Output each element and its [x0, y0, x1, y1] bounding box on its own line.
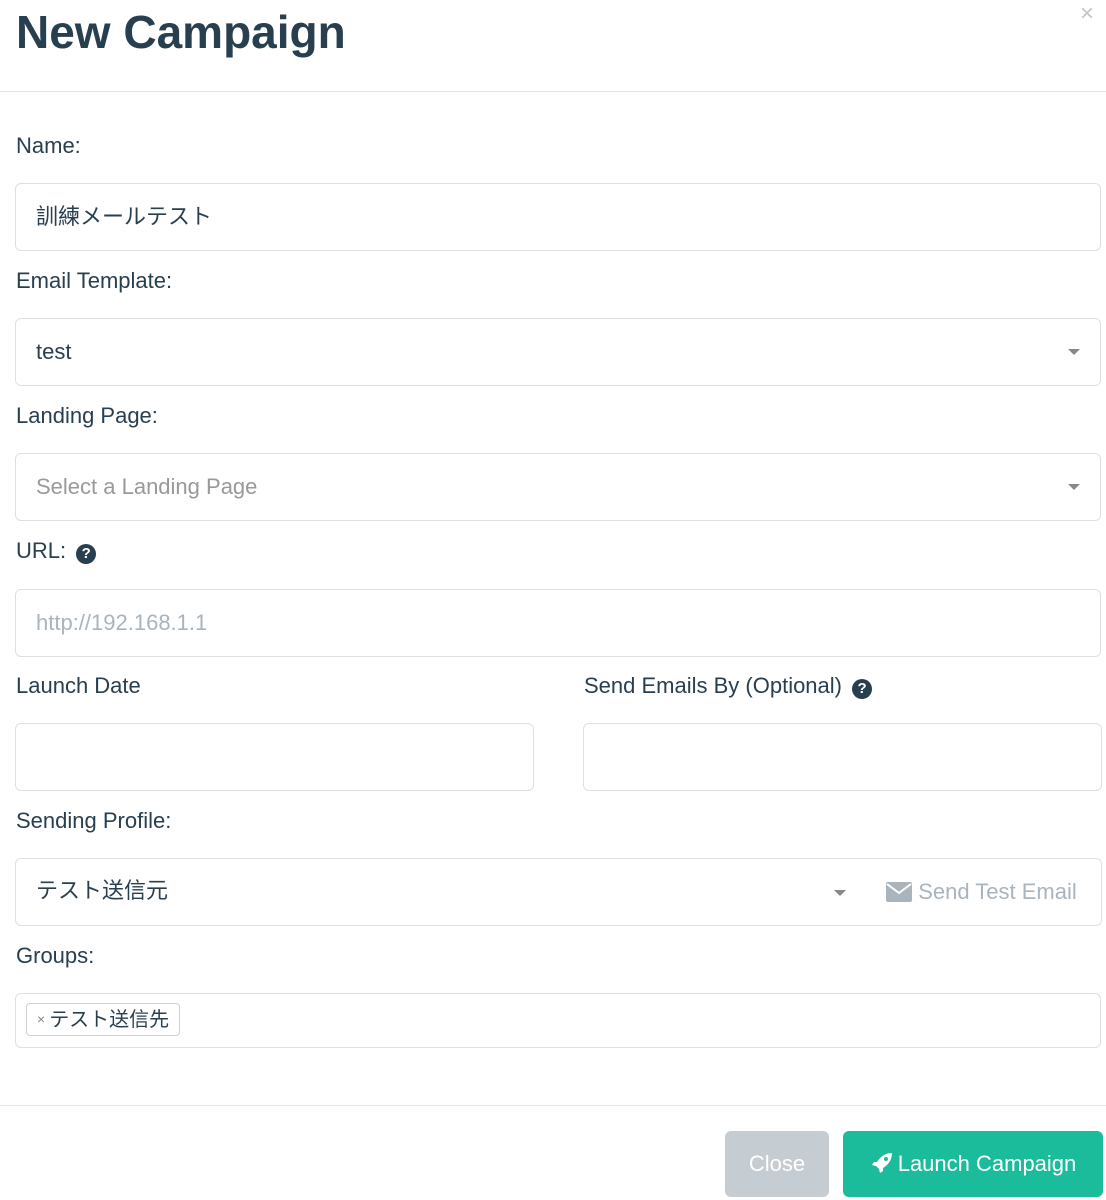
launch-campaign-button[interactable]: Launch Campaign	[843, 1131, 1103, 1197]
footer-divider	[0, 1105, 1106, 1106]
url-placeholder: http://192.168.1.1	[36, 610, 208, 635]
launch-date-input[interactable]	[15, 723, 534, 791]
email-template-label: Email Template:	[16, 268, 173, 293]
group-tag-label: テスト送信先	[49, 1009, 170, 1031]
email-template-select[interactable]: test	[15, 318, 1101, 386]
close-button[interactable]: Close	[725, 1131, 829, 1197]
url-label: URL:	[16, 538, 67, 563]
groups-label: Groups:	[16, 943, 95, 968]
url-label-row: URL: ?	[16, 537, 97, 565]
send-by-label: Send Emails By (Optional)	[584, 673, 842, 698]
name-input-value: 訓練メールテスト	[36, 204, 213, 229]
rocket-icon	[871, 1153, 892, 1173]
envelope-icon	[886, 882, 913, 902]
name-label: Name:	[16, 133, 81, 158]
chevron-down-icon	[1068, 349, 1080, 355]
remove-tag-icon[interactable]: ×	[37, 1011, 45, 1027]
chevron-down-icon	[1068, 484, 1080, 490]
send-test-email-button[interactable]: Send Test Email	[862, 858, 1102, 926]
email-template-value: test	[36, 339, 72, 364]
question-circle-icon[interactable]: ?	[852, 679, 873, 699]
send-by-input[interactable]	[583, 723, 1102, 791]
modal-header: New Campaign ×	[0, 0, 1106, 92]
url-input[interactable]: http://192.168.1.1	[15, 589, 1101, 657]
send-test-email-label: Send Test Email	[918, 879, 1077, 904]
sending-profile-label: Sending Profile:	[16, 808, 172, 833]
launch-campaign-label: Launch Campaign	[897, 1151, 1077, 1176]
group-tag: × テスト送信先	[26, 1003, 181, 1036]
sending-profile-value: テスト送信元	[36, 878, 169, 903]
launch-date-label: Launch Date	[16, 673, 141, 698]
modal-close-icon[interactable]: ×	[1080, 2, 1094, 26]
question-circle-icon[interactable]: ?	[76, 544, 97, 564]
landing-page-label: Landing Page:	[16, 403, 158, 428]
chevron-down-icon	[834, 890, 846, 896]
modal-title: New Campaign	[16, 6, 346, 58]
send-by-label-row: Send Emails By (Optional) ?	[584, 672, 873, 700]
name-input[interactable]: 訓練メールテスト	[15, 183, 1101, 251]
landing-page-placeholder: Select a Landing Page	[36, 474, 258, 499]
sending-profile-select[interactable]: テスト送信元	[15, 858, 865, 926]
landing-page-select[interactable]: Select a Landing Page	[15, 453, 1101, 521]
